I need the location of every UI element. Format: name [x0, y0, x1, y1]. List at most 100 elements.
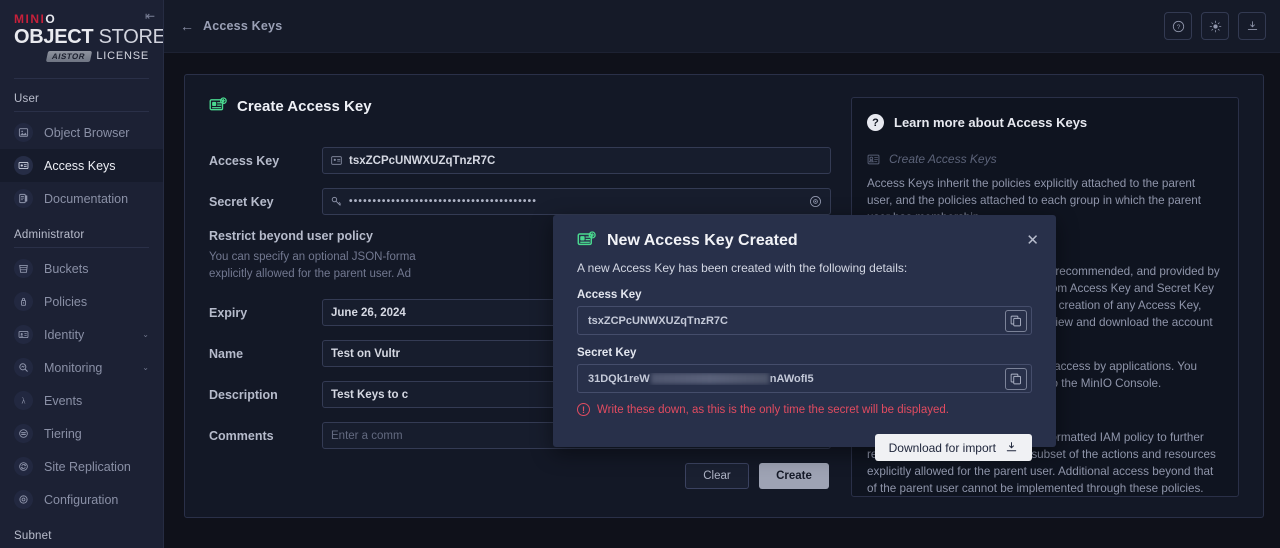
secret-key-input[interactable]: ••••••••••••••••••••••••••••••••••••••••	[322, 188, 831, 215]
modal-lead-text: A new Access Key has been created with t…	[577, 261, 908, 275]
sidebar-section-rule	[14, 247, 149, 248]
learn-more-heading: ? Learn more about Access Keys	[867, 114, 1223, 131]
id-card-icon	[331, 156, 342, 165]
modal-secret-key-field[interactable]: 31DQk1reW nAWofI5	[577, 364, 1032, 393]
copy-access-key-button[interactable]	[1005, 309, 1027, 332]
description-label: Description	[209, 387, 278, 402]
clear-button[interactable]: Clear	[685, 463, 749, 489]
chevron-down-icon[interactable]: ⌄	[142, 363, 149, 372]
sidebar-item-label: Buckets	[44, 261, 89, 276]
sidebar-item-policies[interactable]: Policies	[0, 285, 163, 318]
bucket-icon	[19, 264, 28, 273]
close-icon[interactable]: ✕	[1026, 233, 1039, 248]
download-for-import-button[interactable]: Download for import	[874, 434, 1032, 461]
main-region: ← Access Keys ? Create Access Key Access…	[164, 0, 1280, 548]
site-replication-icon	[19, 462, 28, 471]
sidebar-section-title-user: User	[14, 93, 40, 105]
sidebar-item-configuration[interactable]: Configuration	[0, 483, 163, 516]
modal-secret-key-prefix: 31DQk1reW	[588, 372, 650, 385]
sidebar-item-label: Site Replication	[44, 459, 131, 474]
create-access-key-icon	[209, 97, 227, 111]
sidebar-nav: User Object Browser Access Keys Documentati…	[0, 79, 163, 548]
eye-icon[interactable]	[809, 195, 822, 208]
sidebar-item-label: Events	[44, 393, 83, 408]
identity-icon	[18, 330, 29, 339]
name-label: Name	[209, 346, 244, 361]
new-access-key-created-modal: ✕ New Access Key Created A new Access Ke…	[553, 215, 1056, 461]
sidebar-item-events[interactable]: λ Events	[0, 384, 163, 417]
identity-icon	[14, 325, 33, 344]
comments-label: Comments	[209, 428, 274, 443]
sidebar-item-identity[interactable]: Identity ⌄	[0, 318, 163, 351]
sidebar-item-buckets[interactable]: Buckets	[0, 252, 163, 285]
new-access-key-icon	[577, 231, 596, 246]
access-key-input[interactable]: tsxZCPcUNWXUZqTnzR7C	[322, 147, 831, 174]
copy-icon	[1010, 315, 1021, 326]
key-icon	[331, 196, 342, 206]
svg-text:?: ?	[1176, 24, 1180, 31]
download-for-import-label: Download for import	[888, 440, 996, 455]
redacted-secret-region	[650, 373, 769, 384]
brand-object-store: OBJECT STORE	[14, 26, 164, 48]
configuration-gear-icon	[14, 490, 33, 509]
sidebar: MINIO OBJECT STORE AISTOR LICENSE ⇤ User…	[0, 0, 164, 548]
sidebar-item-tiering[interactable]: Tiering	[0, 417, 163, 450]
modal-secret-key-label: Secret Key	[577, 347, 637, 359]
download-button[interactable]	[1238, 12, 1266, 40]
brand-license-row: AISTOR LICENSE	[14, 50, 149, 62]
object-browser-icon	[18, 128, 29, 137]
policy-icon	[14, 292, 33, 311]
sidebar-item-label: Monitoring	[44, 360, 103, 375]
id-badge-icon	[867, 153, 880, 166]
field-row-secret-key: Secret Key •••••••••••••••••••••••••••••…	[209, 188, 831, 215]
download-arrow-icon	[1247, 20, 1257, 30]
learn-subtitle-text: Create Access Keys	[889, 152, 997, 166]
help-button[interactable]: ?	[1164, 12, 1192, 40]
expiry-label: Expiry	[209, 305, 248, 320]
create-button[interactable]: Create	[759, 463, 829, 489]
access-keys-icon	[14, 156, 33, 175]
modal-secret-key-value: 31DQk1reW nAWofI5	[588, 373, 1005, 385]
sidebar-item-label: Tiering	[44, 426, 82, 441]
modal-access-key-value: tsxZCPcUNWXUZqTnzR7C	[588, 314, 728, 327]
collapse-sidebar-icon[interactable]: ⇤	[145, 10, 155, 22]
learn-subtitle-0: Create Access Keys	[867, 152, 1223, 166]
sidebar-item-label: Configuration	[44, 492, 119, 507]
sidebar-item-site-replication[interactable]: Site Replication	[0, 450, 163, 483]
svg-text:λ: λ	[21, 396, 25, 405]
sidebar-item-documentation[interactable]: Documentation	[0, 182, 163, 215]
secret-warning: ! Write these down, as this is the only …	[577, 403, 1032, 416]
learn-more-heading-text: Learn more about Access Keys	[894, 115, 1088, 130]
question-circle-icon: ?	[1172, 20, 1184, 32]
access-key-value: tsxZCPcUNWXUZqTnzR7C	[349, 154, 496, 167]
sidebar-item-access-keys[interactable]: Access Keys	[0, 149, 163, 182]
sidebar-item-label: Policies	[44, 294, 88, 309]
sidebar-item-label: Identity	[44, 327, 85, 342]
secret-key-value: ••••••••••••••••••••••••••••••••••••••••	[349, 196, 538, 207]
topbar: ← Access Keys ?	[164, 0, 1280, 53]
policy-icon	[20, 297, 27, 306]
modal-title-text: New Access Key Created	[607, 231, 798, 249]
copy-secret-key-button[interactable]	[1005, 367, 1027, 390]
breadcrumb[interactable]: Access Keys	[203, 19, 282, 33]
configuration-gear-icon	[19, 495, 28, 504]
theme-button[interactable]	[1201, 12, 1229, 40]
download-arrow-icon	[1006, 442, 1017, 452]
brand-license-label: LICENSE	[96, 50, 149, 62]
sidebar-item-label: Documentation	[44, 191, 129, 206]
modal-access-key-field[interactable]: tsxZCPcUNWXUZqTnzR7C	[577, 306, 1032, 335]
question-circle-icon: ?	[867, 114, 884, 131]
field-row-access-key: Access Key tsxZCPcUNWXUZqTnzR7C	[209, 147, 831, 174]
documentation-icon	[14, 189, 33, 208]
back-arrow-icon[interactable]: ←	[180, 18, 194, 34]
sidebar-section-title-subnet: Subnet	[14, 530, 52, 542]
sidebar-item-monitoring[interactable]: Monitoring ⌄	[0, 351, 163, 384]
chevron-down-icon[interactable]: ⌄	[142, 330, 149, 339]
sidebar-item-object-browser[interactable]: Object Browser	[0, 116, 163, 149]
tiering-icon	[14, 424, 33, 443]
brand-logo: MINIO OBJECT STORE AISTOR LICENSE ⇤	[0, 0, 163, 72]
modal-access-key-label: Access Key	[577, 289, 642, 301]
copy-icon	[1010, 373, 1021, 384]
form-title: Create Access Key	[209, 97, 831, 115]
secret-key-label: Secret Key	[209, 194, 274, 209]
